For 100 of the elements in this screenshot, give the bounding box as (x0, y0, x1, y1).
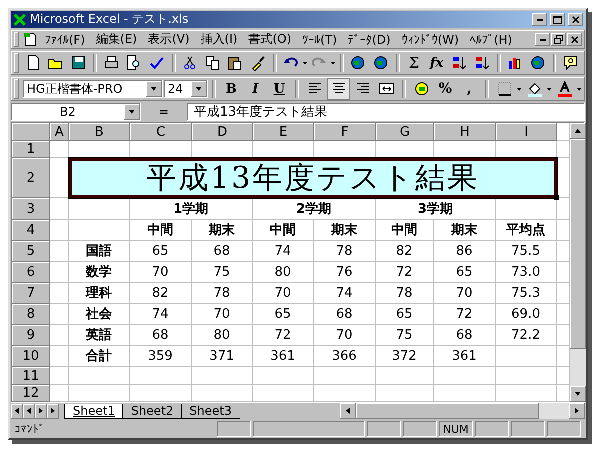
column-header[interactable]: E (253, 123, 314, 141)
menu-item[interactable]: ﾍﾙﾌﾟ(H) (465, 32, 518, 46)
tab-nav-button[interactable] (11, 404, 23, 418)
empty-cell[interactable] (496, 198, 557, 220)
row-header[interactable]: 7 (12, 283, 50, 304)
horizontal-scrollbar[interactable] (340, 403, 585, 419)
empty-cell[interactable] (376, 385, 434, 402)
scroll-thumb[interactable] (570, 139, 586, 349)
menu-item[interactable]: 挿入(I) (196, 31, 243, 48)
status-panel (217, 421, 251, 437)
empty-cell[interactable] (434, 367, 496, 385)
close-button[interactable] (567, 33, 582, 46)
empty-cell[interactable] (50, 304, 69, 325)
empty-cell[interactable] (50, 283, 69, 304)
vertical-scrollbar[interactable] (570, 123, 586, 402)
left-arrow-icon (344, 407, 352, 415)
name-box[interactable]: B2 (11, 103, 141, 121)
empty-cell[interactable] (69, 385, 130, 402)
function-button[interactable]: fx (426, 52, 448, 74)
maximize-button[interactable] (550, 13, 565, 26)
close-button[interactable] (568, 13, 583, 26)
empty-cell[interactable] (376, 367, 434, 385)
empty-cell[interactable] (130, 367, 192, 385)
column-header[interactable]: F (314, 123, 376, 141)
row-header[interactable]: 8 (12, 304, 50, 325)
sheet-tab[interactable]: Sheet1 (64, 404, 124, 418)
scroll-left-button[interactable] (340, 403, 356, 419)
empty-cell[interactable] (50, 198, 69, 220)
column-header[interactable]: H (434, 123, 496, 141)
row-header[interactable]: 11 (12, 367, 50, 385)
empty-cell[interactable] (69, 367, 130, 385)
empty-cell[interactable] (130, 385, 192, 402)
column-header[interactable]: B (69, 123, 130, 141)
autosum-button[interactable]: Σ (404, 52, 426, 74)
tab-nav-button[interactable] (35, 404, 47, 418)
empty-cell[interactable] (253, 385, 314, 402)
row-header[interactable]: 12 (12, 385, 50, 402)
sheet-tab[interactable]: Sheet2 (122, 404, 182, 418)
fill-handle[interactable] (554, 195, 559, 200)
table-cell: 理科 (69, 283, 130, 304)
tab-nav-button[interactable] (23, 404, 35, 418)
row-header[interactable]: 1 (12, 141, 50, 158)
underline-button[interactable]: U (268, 78, 291, 100)
scroll-up-button[interactable] (570, 123, 586, 139)
number-format-button[interactable]: % (434, 78, 457, 100)
menu-item[interactable]: 編集(E) (91, 31, 142, 48)
menu-item[interactable]: ﾌｧｲﾙ(F) (40, 32, 90, 46)
row-header[interactable]: 10 (12, 346, 50, 367)
column-header[interactable]: A (50, 123, 69, 141)
menu-item[interactable]: 表示(V) (143, 31, 195, 48)
italic-button[interactable]: I (244, 78, 267, 100)
font-size-dropdown[interactable]: 24 (164, 80, 208, 98)
scroll-right-button[interactable] (569, 403, 585, 419)
minimize-button[interactable] (535, 33, 550, 46)
column-header[interactable]: I (496, 123, 557, 141)
row-header[interactable]: 9 (12, 325, 50, 346)
row-header[interactable]: 4 (12, 220, 50, 241)
scroll-thumb[interactable] (356, 403, 539, 419)
empty-cell[interactable] (69, 198, 130, 220)
bold-button[interactable]: B (220, 78, 243, 100)
empty-cell[interactable] (192, 385, 253, 402)
caret-icon (517, 88, 522, 90)
empty-cell[interactable] (496, 346, 557, 367)
equals-sign: = (158, 105, 170, 119)
clipboard-icon (227, 55, 244, 71)
empty-cell[interactable] (496, 367, 557, 385)
empty-cell[interactable] (434, 385, 496, 402)
empty-cell[interactable] (50, 325, 69, 346)
menu-item[interactable]: ｳｨﾝﾄﾞｳ(W) (396, 32, 464, 46)
row-header[interactable]: 5 (12, 241, 50, 262)
number-format-button[interactable]: , (458, 78, 481, 100)
tab-nav-button[interactable] (47, 404, 59, 418)
font-dropdown[interactable]: HG正楷書体-PRO (23, 80, 163, 98)
empty-cell[interactable] (50, 262, 69, 283)
empty-cell[interactable] (50, 220, 69, 241)
empty-cell[interactable] (253, 367, 314, 385)
empty-cell[interactable] (314, 367, 376, 385)
column-header[interactable]: D (192, 123, 253, 141)
row-header[interactable]: 2 (12, 158, 50, 198)
empty-cell[interactable] (50, 241, 69, 262)
row-header[interactable]: 6 (12, 262, 50, 283)
row-header[interactable]: 3 (12, 198, 50, 220)
empty-cell[interactable] (50, 346, 69, 367)
empty-cell[interactable] (496, 385, 557, 402)
column-header[interactable]: C (130, 123, 192, 141)
scroll-down-button[interactable] (570, 386, 586, 402)
formula-field[interactable]: 平成13年度テスト結果 (187, 103, 585, 121)
empty-cell[interactable] (314, 385, 376, 402)
align-center-button[interactable] (327, 78, 350, 100)
minimize-button[interactable] (532, 13, 547, 26)
menu-item[interactable]: ﾂｰﾙ(T) (298, 32, 342, 46)
restore-button[interactable] (551, 33, 566, 46)
merged-title-cell[interactable]: 平成13年度テスト結果 (69, 158, 557, 198)
menu-item[interactable]: 書式(O) (244, 31, 297, 48)
empty-cell[interactable] (192, 367, 253, 385)
empty-cell[interactable] (69, 220, 130, 241)
select-all-button[interactable] (12, 123, 50, 141)
menu-item[interactable]: ﾃﾞｰﾀ(D) (343, 32, 396, 46)
sheet-tab[interactable]: Sheet3 (180, 404, 240, 418)
column-header[interactable]: G (376, 123, 434, 141)
